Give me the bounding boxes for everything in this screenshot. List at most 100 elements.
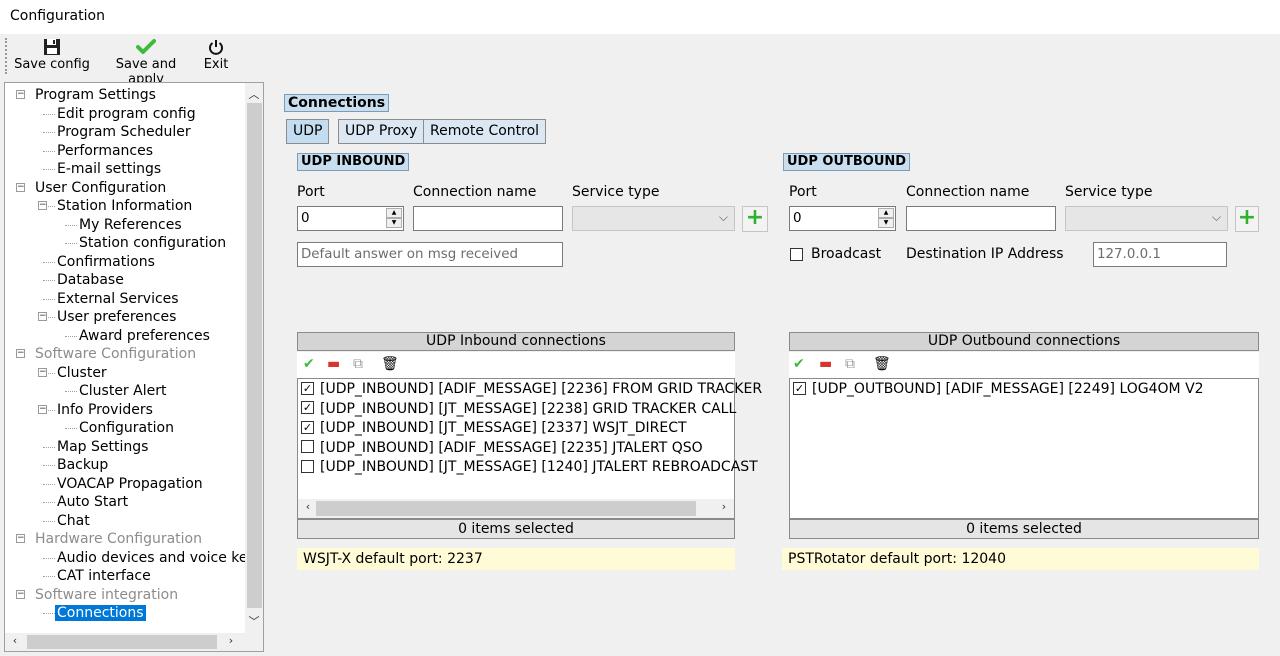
tree-item[interactable]: Award preferences bbox=[79, 327, 210, 345]
tree-collapse-icon[interactable]: − bbox=[16, 349, 25, 358]
default-answer-input[interactable]: Default answer on msg received bbox=[297, 242, 563, 267]
tree-item[interactable]: Software integration bbox=[35, 586, 178, 604]
outbound-connection-name-input[interactable] bbox=[906, 206, 1056, 231]
tree-collapse-icon[interactable]: − bbox=[38, 367, 47, 377]
tree-item[interactable]: Chat bbox=[57, 512, 90, 530]
tree-collapse-icon[interactable]: − bbox=[38, 312, 47, 321]
inbound-connections-list[interactable]: ✓ [UDP_INBOUND] [ADIF_MESSAGE] [2236] FRO… bbox=[297, 378, 762, 519]
list-item-checkbox[interactable] bbox=[301, 459, 314, 473]
exit-button[interactable]: Exit bbox=[200, 36, 232, 76]
list-item-checkbox[interactable] bbox=[301, 440, 314, 454]
tree-item[interactable]: VOACAP Propagation bbox=[57, 475, 203, 493]
tree-item[interactable]: Configuration bbox=[79, 419, 174, 437]
list-item-checkbox[interactable]: ✓ bbox=[793, 381, 806, 395]
tree-collapse-icon[interactable]: − bbox=[16, 589, 25, 599]
tree-item-label: Station Information bbox=[57, 198, 193, 214]
scroll-left-icon[interactable]: ‹ bbox=[300, 500, 316, 513]
list-item[interactable]: ✓ [UDP_INBOUND] [JT_MESSAGE] [2238] GRID … bbox=[301, 400, 736, 419]
tree-item[interactable]: Station Information bbox=[57, 197, 192, 215]
spin-up-icon[interactable]: ▲ bbox=[878, 208, 894, 218]
minus-icon[interactable]: ▬ bbox=[819, 356, 832, 372]
inbound-connection-name-input[interactable] bbox=[413, 206, 563, 231]
tree-item[interactable]: User Configuration bbox=[35, 179, 166, 197]
tree-item-label: Configuration bbox=[79, 420, 174, 436]
tree-collapse-icon[interactable]: − bbox=[16, 534, 25, 543]
outbound-port-stepper[interactable]: 0 ▲ ▼ bbox=[789, 206, 896, 231]
save-config-button[interactable]: Save config bbox=[14, 36, 90, 76]
inbound-add-button[interactable]: + bbox=[742, 206, 768, 232]
list-item-checkbox[interactable]: ✓ bbox=[301, 401, 314, 415]
scroll-up-icon[interactable]: ︿ bbox=[246, 86, 262, 102]
tree-vertical-scroll-thumb[interactable] bbox=[247, 103, 262, 608]
inbound-service-type-select[interactable]: ⌵ bbox=[572, 206, 735, 231]
save-and-apply-button[interactable]: Save and apply bbox=[97, 36, 195, 87]
inbound-port-spin[interactable]: ▲ ▼ bbox=[386, 208, 402, 229]
list-item-checkbox[interactable]: ✓ bbox=[301, 381, 314, 395]
duplicate-icon[interactable]: ⧉ bbox=[845, 356, 855, 372]
outbound-service-type-select[interactable]: ⌵ bbox=[1065, 206, 1228, 231]
tree-item[interactable]: Audio devices and voice keyer bbox=[57, 549, 245, 567]
tab-remote-control[interactable]: Remote Control bbox=[423, 119, 547, 144]
scroll-left-icon[interactable]: ‹ bbox=[7, 634, 23, 647]
scroll-down-icon[interactable]: ﹀ bbox=[246, 613, 262, 629]
destination-ip-input[interactable]: 127.0.0.1 bbox=[1093, 242, 1227, 267]
plus-icon: + bbox=[1237, 205, 1257, 230]
outbound-connections-list[interactable]: ✓ [UDP_OUTBOUND] [ADIF_MESSAGE] [2249] LO… bbox=[789, 378, 1259, 519]
tree-item[interactable]: Confirmations bbox=[57, 253, 155, 271]
checkmark-icon[interactable]: ✔ bbox=[303, 356, 315, 372]
tree-horizontal-scroll-thumb[interactable] bbox=[27, 635, 217, 649]
scroll-right-icon[interactable]: › bbox=[223, 634, 239, 647]
tree-item[interactable]: Backup bbox=[57, 456, 108, 474]
inbound-list-hscroll-thumb[interactable] bbox=[316, 501, 696, 516]
tree-item[interactable]: Info Providers bbox=[57, 401, 153, 419]
tree-item[interactable]: My References bbox=[79, 216, 182, 234]
tree-item[interactable]: Cluster Alert bbox=[79, 382, 166, 400]
broadcast-checkbox[interactable] bbox=[790, 248, 803, 261]
spin-down-icon[interactable]: ▼ bbox=[878, 218, 894, 228]
list-item-checkbox[interactable]: ✓ bbox=[301, 420, 314, 434]
tree-item[interactable]: Map Settings bbox=[57, 438, 148, 456]
list-item[interactable]: ✓ [UDP_INBOUND] [JT_MESSAGE] [2337] WSJT_… bbox=[301, 419, 687, 438]
toolbar-grip[interactable] bbox=[5, 38, 7, 74]
tree-item[interactable]: Antenna rotator bbox=[57, 623, 168, 626]
outbound-port-spin[interactable]: ▲ ▼ bbox=[878, 208, 894, 229]
spin-up-icon[interactable]: ▲ bbox=[386, 208, 402, 218]
scroll-right-icon[interactable]: › bbox=[716, 500, 732, 513]
tree-item[interactable]: Performances bbox=[57, 142, 153, 160]
tree-item[interactable]: Edit program config bbox=[57, 105, 196, 123]
tree-item[interactable]: Auto Start bbox=[57, 493, 128, 511]
tree-item[interactable]: CAT interface bbox=[57, 567, 151, 585]
tree-item[interactable]: Connections bbox=[55, 604, 146, 622]
trash-icon[interactable]: 🗑 bbox=[381, 356, 399, 372]
tree-item[interactable]: Program Scheduler bbox=[57, 123, 191, 141]
tree-collapse-icon[interactable]: − bbox=[38, 201, 47, 210]
list-item[interactable]: ✓ [UDP_INBOUND] [ADIF_MESSAGE] [2236] FRO… bbox=[301, 380, 762, 399]
outbound-add-button[interactable]: + bbox=[1235, 206, 1259, 232]
outbound-hint: PSTRotator default port: 12040 bbox=[782, 548, 1259, 570]
list-item[interactable]: ✓ [UDP_OUTBOUND] [ADIF_MESSAGE] [2249] LO… bbox=[793, 380, 1204, 399]
tree-item[interactable]: Cluster bbox=[57, 364, 107, 382]
tree-item[interactable]: Program Settings bbox=[35, 86, 156, 104]
tree-collapse-icon[interactable]: − bbox=[38, 404, 47, 414]
checkmark-icon[interactable]: ✔ bbox=[793, 356, 805, 372]
inbound-port-stepper[interactable]: 0 ▲ ▼ bbox=[297, 206, 404, 231]
tree-item[interactable]: E-mail settings bbox=[57, 160, 161, 178]
list-item[interactable]: [UDP_INBOUND] [JT_MESSAGE] [1240] JTALER… bbox=[301, 458, 758, 477]
tree-item[interactable]: User preferences bbox=[57, 308, 176, 326]
trash-icon[interactable]: 🗑 bbox=[873, 356, 891, 372]
floppy-disk-icon bbox=[44, 39, 60, 55]
settings-tree[interactable]: Program Settings − Edit program config Prog… bbox=[4, 82, 264, 652]
spin-down-icon[interactable]: ▼ bbox=[386, 218, 402, 228]
tab-udp[interactable]: UDP bbox=[286, 119, 330, 144]
duplicate-icon[interactable]: ⧉ bbox=[353, 356, 363, 372]
tab-udp-proxy[interactable]: UDP Proxy bbox=[338, 119, 425, 144]
tree-item[interactable]: Database bbox=[57, 271, 124, 289]
tree-item[interactable]: Hardware Configuration bbox=[35, 530, 202, 548]
tree-item[interactable]: External Services bbox=[57, 290, 179, 308]
list-item[interactable]: [UDP_INBOUND] [ADIF_MESSAGE] [2235] JTAL… bbox=[301, 439, 703, 458]
tree-item[interactable]: Station configuration bbox=[79, 234, 226, 252]
minus-icon[interactable]: ▬ bbox=[327, 356, 340, 372]
tree-collapse-icon[interactable]: − bbox=[16, 182, 25, 192]
tree-item[interactable]: Software Configuration bbox=[35, 345, 196, 363]
tree-collapse-icon[interactable]: − bbox=[16, 90, 25, 99]
